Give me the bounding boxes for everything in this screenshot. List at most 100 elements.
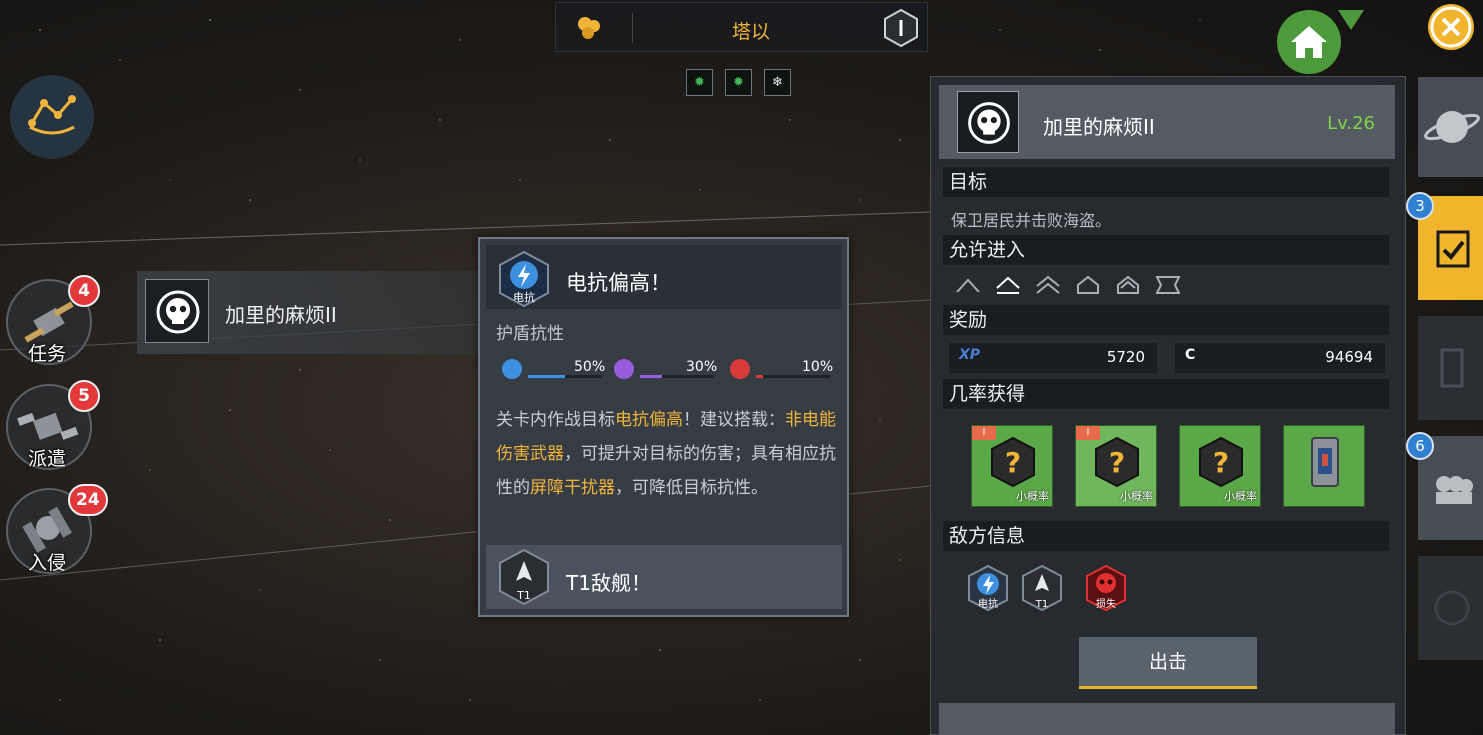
damage-loss-icon[interactable]: 损失 bbox=[1085, 565, 1127, 611]
reward-xp: XP 5720 bbox=[949, 343, 1157, 373]
item-chance-label: 小概率 bbox=[1224, 490, 1257, 503]
notification-badge: 24 bbox=[68, 484, 108, 516]
top-location-bar: 塔以 bbox=[555, 2, 928, 52]
status-gear-icon[interactable]: ✹ bbox=[686, 69, 713, 96]
notification-badge: 6 bbox=[1406, 432, 1434, 460]
side-item-label: 任务 bbox=[28, 343, 67, 365]
tooltip-title: 电抗偏高！ bbox=[566, 271, 671, 295]
constellation-map-button[interactable] bbox=[10, 75, 94, 159]
pirate-skull-icon bbox=[145, 279, 209, 343]
svg-text:损失: 损失 bbox=[1096, 597, 1116, 610]
enemy-info-icons: 电抗 T1 损失 bbox=[967, 565, 1127, 611]
side-menu-invasion[interactable]: 入侵 24 bbox=[0, 484, 108, 580]
status-effects: ✹ ✹ ❄ bbox=[686, 69, 791, 96]
resist-bar bbox=[756, 375, 830, 378]
map-mission-node[interactable]: 加里的麻烦II bbox=[137, 271, 487, 354]
electric-resist-icon[interactable]: 电抗 bbox=[967, 565, 1009, 611]
svg-text:?: ? bbox=[1005, 446, 1021, 479]
reward-credits-value: 94694 bbox=[1325, 348, 1373, 366]
objective-text: 保卫居民并击败海盗。 bbox=[951, 211, 1112, 230]
mystery-box-icon: ? bbox=[991, 436, 1035, 488]
svg-text:电抗: 电抗 bbox=[513, 290, 535, 304]
tier-ship-icon[interactable]: T1 bbox=[1021, 565, 1063, 611]
side-menu-missions[interactable]: 任务 4 bbox=[0, 275, 100, 371]
close-button[interactable] bbox=[1428, 4, 1474, 50]
station-icon bbox=[1440, 348, 1464, 388]
pirate-skull-icon bbox=[957, 91, 1019, 153]
resist-bar bbox=[640, 375, 714, 378]
notification-badge: 5 bbox=[68, 380, 100, 412]
resource-cluster-icon[interactable] bbox=[574, 13, 604, 43]
tab-fleet[interactable]: 6 bbox=[1406, 432, 1483, 540]
allowed-ship-types bbox=[955, 274, 1181, 296]
electric-resist-icon: 电抗 bbox=[499, 251, 549, 307]
svg-text:?: ? bbox=[1109, 446, 1125, 479]
ship-class-4-icon[interactable] bbox=[1075, 274, 1101, 296]
section-drop-chance: 几率获得 bbox=[943, 379, 1389, 409]
resist-percent: 30% bbox=[686, 359, 718, 375]
xp-icon: XP bbox=[959, 347, 981, 363]
notification-badge: 3 bbox=[1406, 192, 1434, 220]
fire-icon bbox=[730, 359, 750, 379]
next-mission-entry[interactable] bbox=[939, 703, 1395, 735]
status-snowflake-icon[interactable]: ❄ bbox=[764, 69, 791, 96]
drop-item[interactable]: I ? 小概率 bbox=[1075, 425, 1157, 507]
side-item-label: 入侵 bbox=[28, 552, 67, 574]
planet-icon bbox=[1424, 111, 1480, 143]
mystery-box-icon: ? bbox=[1199, 436, 1243, 488]
drop-item[interactable] bbox=[1283, 425, 1365, 507]
emblem-icon bbox=[1434, 590, 1470, 626]
section-allowed-ships: 允许进入 bbox=[943, 235, 1389, 265]
mission-level: Lv.26 bbox=[1327, 113, 1375, 134]
tab-station[interactable] bbox=[1418, 316, 1483, 420]
panel-header: 加里的麻烦II Lv.26 bbox=[939, 85, 1395, 159]
tab-emblem[interactable] bbox=[1418, 556, 1483, 660]
item-chance-label: 小概率 bbox=[1016, 490, 1049, 503]
drop-items: I ? 小概率 I ? 小概率 ? 小概率 bbox=[971, 425, 1365, 507]
electric-icon bbox=[502, 359, 522, 379]
resist-percent: 10% bbox=[802, 359, 834, 375]
drop-item[interactable]: ? 小概率 bbox=[1179, 425, 1261, 507]
notification-badge: 4 bbox=[68, 275, 100, 307]
credits-icon: C bbox=[1185, 347, 1196, 363]
reward-credits: C 94694 bbox=[1175, 343, 1385, 373]
module-chip-icon bbox=[1311, 437, 1339, 487]
home-button[interactable] bbox=[1277, 10, 1341, 74]
home-icon bbox=[1291, 26, 1327, 58]
ship-class-5-icon[interactable] bbox=[1115, 274, 1141, 296]
svg-text:T1: T1 bbox=[1035, 599, 1048, 610]
svg-text:电抗: 电抗 bbox=[978, 597, 998, 610]
ship-class-2-icon[interactable] bbox=[995, 274, 1021, 296]
topbar-divider bbox=[632, 13, 633, 43]
section-objective: 目标 bbox=[943, 167, 1389, 197]
location-title: 塔以 bbox=[731, 21, 770, 43]
side-menu-dispatch[interactable]: 派遣 5 bbox=[0, 380, 100, 476]
tab-tasks[interactable]: 3 bbox=[1406, 192, 1483, 300]
side-item-label: 派遣 bbox=[28, 448, 67, 470]
drop-item[interactable]: I ? 小概率 bbox=[971, 425, 1053, 507]
mission-detail-panel: 加里的麻烦II Lv.26 目标 保卫居民并击败海盗。 允许进入 奖励 XP 5… bbox=[930, 76, 1406, 735]
tooltip-header: 电抗 电抗偏高！ bbox=[486, 245, 842, 309]
sortie-button[interactable]: 出击 bbox=[1079, 637, 1257, 689]
status-gear-icon[interactable]: ✹ bbox=[725, 69, 752, 96]
tooltip-tier-row: T1 T1敌舰！ bbox=[486, 545, 842, 609]
tooltip-description: 关卡内作战目标电抗偏高！建议搭载：非电能伤害武器，可提升对目标的伤害；具有相应抗… bbox=[496, 410, 836, 498]
resistance-tooltip: 电抗 电抗偏高！ 护盾抗性 50% 30% 10% 关卡内作战目标电抗偏高！建议… bbox=[478, 237, 849, 617]
svg-text:T1: T1 bbox=[516, 589, 531, 602]
mystery-box-icon: ? bbox=[1095, 436, 1139, 488]
dropdown-arrow-icon[interactable] bbox=[1336, 8, 1366, 32]
constellation-icon bbox=[28, 95, 76, 135]
resist-bar bbox=[528, 375, 602, 378]
ship-class-6-icon[interactable] bbox=[1155, 274, 1181, 296]
void-icon bbox=[614, 359, 634, 379]
close-icon bbox=[1430, 6, 1472, 48]
ship-class-1-icon[interactable] bbox=[955, 274, 981, 296]
svg-text:?: ? bbox=[1213, 446, 1229, 479]
section-rewards: 奖励 bbox=[943, 305, 1389, 335]
reward-xp-value: 5720 bbox=[1106, 348, 1145, 366]
info-icon[interactable] bbox=[881, 8, 921, 48]
ship-class-3-icon[interactable] bbox=[1035, 274, 1061, 296]
tab-planet[interactable] bbox=[1418, 77, 1483, 177]
shield-resist-label: 护盾抗性 bbox=[496, 324, 564, 344]
mission-name: 加里的麻烦II bbox=[225, 303, 337, 327]
